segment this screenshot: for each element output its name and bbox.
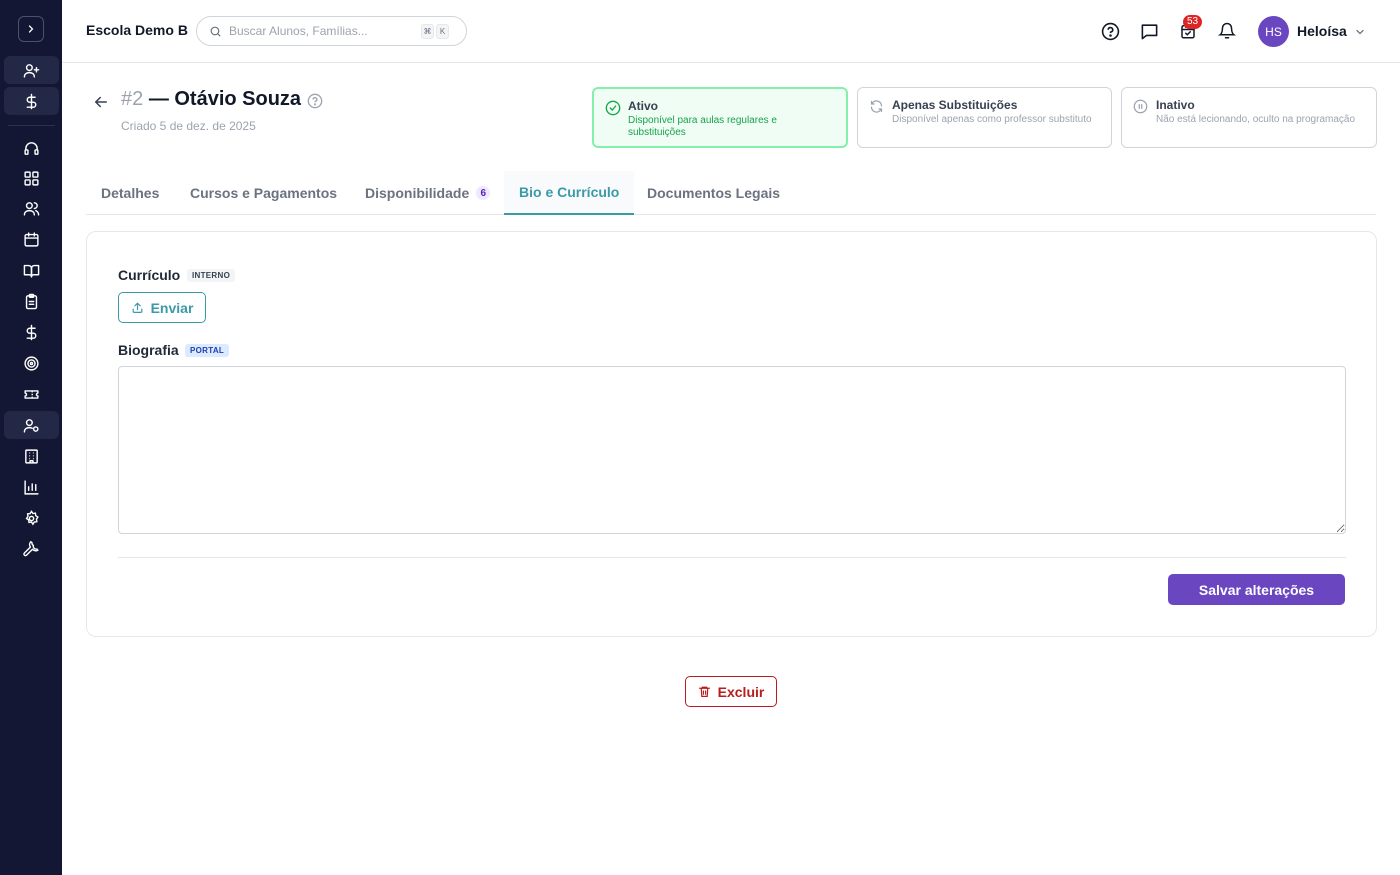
tab-label: Detalhes	[101, 185, 160, 201]
chevron-down-icon[interactable]	[1354, 26, 1366, 38]
status-option-active[interactable]: Ativo Disponível para aulas regulares e …	[592, 87, 848, 148]
message-square-icon	[1141, 23, 1157, 39]
chevron-right-icon	[28, 25, 34, 33]
trash-icon	[698, 686, 710, 697]
upload-label: Enviar	[150, 299, 194, 316]
user-plus-icon	[23, 63, 40, 78]
divider	[118, 557, 1346, 558]
status-description: Disponível apenas como professor substit…	[892, 114, 1092, 125]
tab-label: Documentos Legais	[647, 185, 781, 201]
bio-label: Biografia	[118, 342, 179, 358]
page-title: #2 — Otávio Souza	[121, 88, 301, 111]
headset-icon	[24, 141, 39, 155]
wrench-icon	[23, 540, 39, 556]
sidebar-item-finance-quick[interactable]	[4, 87, 59, 115]
topbar: Escola Demo B ⌘ K	[62, 0, 1400, 63]
user-avatar[interactable]: HS	[1258, 16, 1289, 47]
upload-button[interactable]: Enviar	[118, 292, 206, 323]
clipboard-icon	[25, 293, 38, 309]
sidebar-divider	[8, 125, 55, 126]
sidebar-item-settings[interactable]	[4, 504, 59, 532]
calendar-icon	[24, 231, 39, 247]
sidebar-expand-button[interactable]	[18, 16, 44, 42]
tab-label: Bio e Currículo	[519, 184, 620, 200]
dollar-icon	[26, 324, 37, 340]
sidebar-item-staff[interactable]	[4, 411, 59, 439]
teacher-name: — Otávio Souza	[148, 88, 302, 110]
refresh-icon	[870, 100, 883, 113]
sidebar-item-events[interactable]	[4, 380, 59, 408]
sidebar-item-support[interactable]	[4, 134, 59, 162]
check-circle-icon	[605, 100, 621, 116]
sidebar-item-attendance[interactable]	[4, 287, 59, 315]
delete-button[interactable]: Excluir	[685, 676, 777, 707]
back-arrow-icon[interactable]	[92, 93, 110, 111]
building-icon	[25, 448, 38, 464]
tab-details[interactable]: Detalhes	[86, 171, 174, 215]
global-search[interactable]: ⌘ K	[196, 16, 467, 46]
resume-label: Currículo	[118, 267, 181, 283]
sidebar-item-finance[interactable]	[4, 318, 59, 346]
sidebar-item-users[interactable]	[4, 194, 59, 222]
sidebar-item-courses[interactable]	[4, 256, 59, 284]
tab-availability[interactable]: Disponibilidade 6	[350, 171, 505, 215]
save-changes-button[interactable]: Salvar alterações	[1168, 574, 1345, 605]
delete-label: Excluir	[717, 683, 765, 700]
tab-label: Disponibilidade	[365, 185, 470, 201]
settings-icon	[25, 509, 39, 525]
user-name[interactable]: Heloísa	[1297, 23, 1347, 39]
bio-textarea[interactable]	[118, 366, 1346, 534]
school-name: Escola Demo B	[86, 22, 188, 38]
chart-icon	[24, 479, 39, 495]
ticket-icon	[24, 389, 39, 399]
availability-count-badge: 6	[476, 186, 491, 200]
help-button[interactable]	[1099, 20, 1121, 42]
sidebar-item-reports[interactable]	[4, 473, 59, 501]
messages-button[interactable]	[1138, 20, 1160, 42]
shortcut-k-key: K	[436, 23, 449, 39]
sidebar	[0, 0, 62, 875]
status-description: Disponível para aulas regulares e substi…	[628, 115, 777, 138]
users-icon	[23, 201, 40, 216]
status-option-inactive[interactable]: Inativo Não está lecionando, oculto na p…	[1121, 87, 1377, 148]
help-circle-icon	[1101, 22, 1119, 40]
search-input[interactable]	[229, 24, 419, 38]
pause-circle-icon	[1133, 99, 1148, 114]
status-title: Ativo	[628, 99, 658, 113]
sidebar-item-dashboard[interactable]	[4, 164, 59, 192]
notifications-button[interactable]	[1216, 20, 1238, 42]
user-cog-icon	[23, 418, 39, 433]
sidebar-item-calendar[interactable]	[4, 225, 59, 253]
sidebar-item-tools[interactable]	[4, 535, 59, 563]
book-icon	[23, 264, 40, 278]
dollar-icon	[26, 93, 37, 109]
internal-tag: INTERNO	[187, 269, 236, 282]
search-icon	[210, 26, 221, 36]
status-title: Apenas Substituições	[892, 98, 1018, 112]
bio-resume-card: Currículo INTERNO Enviar Biografia PORTA…	[86, 231, 1377, 637]
shortcut-mod-key: ⌘	[421, 23, 434, 39]
tab-bar: Detalhes Cursos e Pagamentos Disponibili…	[86, 171, 1376, 215]
status-title: Inativo	[1156, 98, 1195, 112]
created-date: Criado 5 de dez. de 2025	[121, 119, 256, 133]
sidebar-item-goals[interactable]	[4, 349, 59, 377]
sidebar-item-add-user[interactable]	[4, 56, 59, 84]
target-icon	[24, 355, 39, 371]
help-circle-icon[interactable]	[307, 93, 323, 109]
status-description: Não está lecionando, oculto na programaç…	[1156, 114, 1356, 125]
dashboard-icon	[24, 170, 39, 186]
bell-icon	[1218, 22, 1236, 39]
upload-icon	[132, 302, 143, 313]
tab-bio-resume[interactable]: Bio e Currículo	[504, 171, 635, 215]
tab-label: Cursos e Pagamentos	[190, 185, 338, 201]
sidebar-item-locations[interactable]	[4, 442, 59, 470]
tab-legal-documents[interactable]: Documentos Legais	[632, 171, 795, 215]
portal-tag: PORTAL	[185, 344, 230, 357]
status-option-substitutes[interactable]: Apenas Substituições Disponível apenas c…	[857, 87, 1112, 148]
teacher-id: #2	[121, 88, 144, 110]
tab-courses-payments[interactable]: Cursos e Pagamentos	[175, 171, 352, 215]
tasks-count-badge: 53	[1183, 15, 1203, 29]
